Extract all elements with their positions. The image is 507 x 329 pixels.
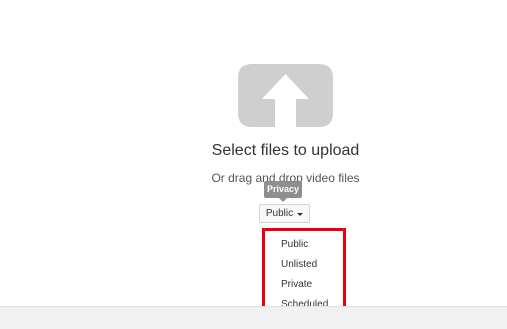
privacy-dropdown-button[interactable]: Public	[259, 204, 310, 223]
privacy-option-private[interactable]: Private	[281, 279, 312, 290]
upload-drop-area[interactable]: Select files to upload Or drag and drop …	[0, 0, 507, 317]
privacy-tooltip: Privacy	[264, 181, 302, 202]
upload-subtitle: Or drag and drop video files	[211, 171, 360, 185]
privacy-option-public[interactable]: Public	[281, 239, 308, 250]
privacy-options-menu: Public Unlisted Private Scheduled	[262, 228, 346, 317]
privacy-option-unlisted[interactable]: Unlisted	[281, 259, 317, 270]
upload-title: Select files to upload	[211, 142, 360, 159]
caret-down-icon	[297, 212, 304, 216]
privacy-selected-label: Public	[265, 208, 294, 219]
upload-arrow-icon[interactable]	[238, 64, 333, 127]
bottom-bar	[0, 306, 507, 329]
